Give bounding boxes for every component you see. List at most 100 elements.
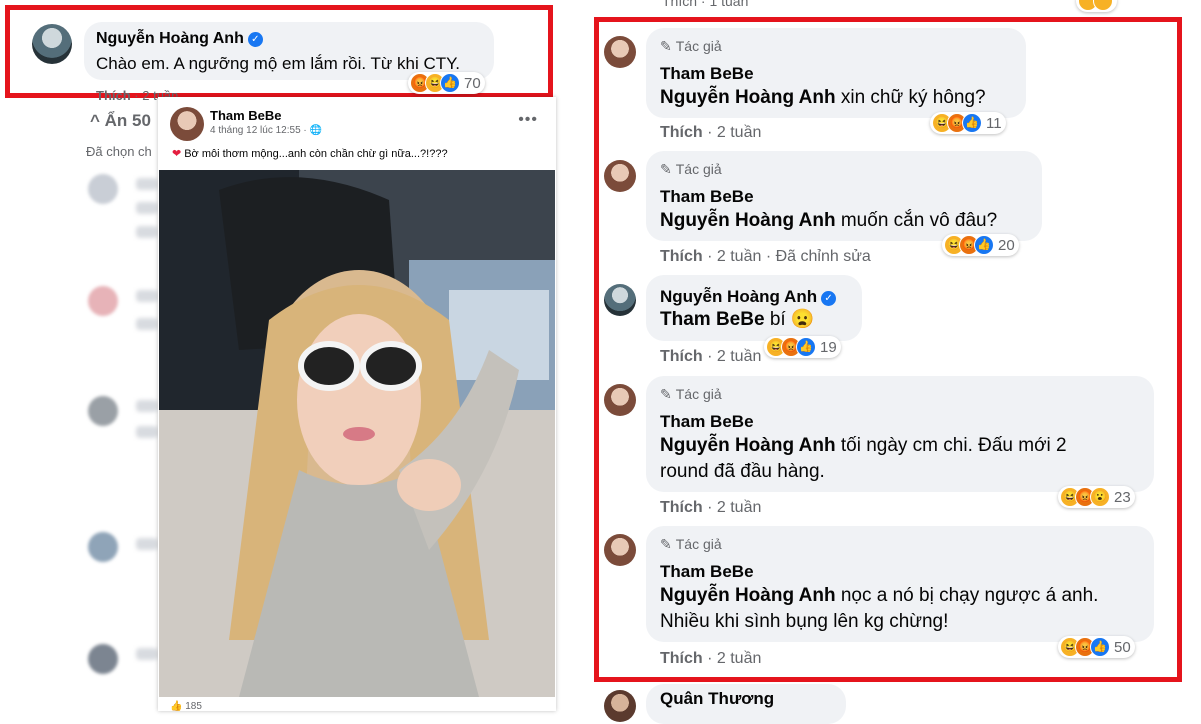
like-reaction-icon: 👍 — [1090, 637, 1110, 657]
comment-bubble: ✎ Tác giả Tham BeBe Nguyễn Hoàng Anh nọc … — [646, 526, 1154, 642]
comment-meta: Thích · 2 tuần · Đã chỉnh sửa — [660, 248, 871, 265]
blurred-text — [136, 400, 158, 412]
comment-body: muốn cắn vô đâu? — [840, 210, 998, 231]
heart-icon: ❤ — [172, 148, 182, 160]
comment-text: Nguyễn Hoàng Anh tối ngày cm chi. Đấu mớ… — [660, 433, 1067, 459]
mention-link[interactable]: Nguyễn Hoàng Anh — [660, 87, 836, 108]
author-badge: ✎ Tác giả — [660, 38, 722, 55]
comment-text: Nguyễn Hoàng Anh nọc a nó bị chạy ngược … — [660, 583, 1098, 609]
like-reaction-icon: 👍 — [962, 113, 982, 133]
avatar — [88, 644, 118, 674]
mention-link[interactable]: Nguyễn Hoàng Anh — [660, 210, 836, 231]
post-caption-text: Bờ môi thơm mộng...anh còn chần chừ gì n… — [184, 148, 448, 160]
comment-text: Nguyễn Hoàng Anh xin chữ ký hông? — [660, 85, 986, 111]
comment-author[interactable]: Nguyễn Hoàng Anh — [660, 287, 817, 306]
mention-link[interactable]: Nguyễn Hoàng Anh — [660, 585, 836, 606]
like-link[interactable]: Thích — [660, 348, 703, 365]
pen-icon: ✎ — [660, 38, 672, 54]
avatar — [88, 174, 118, 204]
reaction-count: 20 — [998, 236, 1015, 254]
like-reaction-icon: 👍 — [974, 235, 994, 255]
verified-icon: ✓ — [247, 32, 263, 47]
blurred-text — [136, 226, 158, 238]
avatar[interactable] — [604, 690, 636, 722]
comment-body: bí 😦 — [769, 309, 815, 330]
reaction-count: 50 — [1114, 638, 1131, 656]
avatar[interactable] — [604, 534, 636, 566]
wow-reaction-icon: 😮 — [1090, 487, 1110, 507]
hide-replies-toggle[interactable]: ^ Ẩn 50 — [90, 111, 151, 131]
comment-time[interactable]: 2 tuần · Đã chỉnh sửa — [717, 248, 871, 265]
comment-author[interactable]: Tham BeBe — [660, 64, 754, 84]
comment-author[interactable]: Nguyễn Hoàng Anh — [96, 30, 244, 47]
comment-bubble: Nguyễn Hoàng Anh ✓ Tham BeBe bí 😦 — [646, 275, 862, 341]
like-reaction-icon: 👍 — [440, 73, 460, 93]
author-badge-label: Tác giả — [675, 386, 722, 402]
reaction-summary[interactable]: 😡 😆 👍 70 — [408, 72, 485, 94]
blurred-text — [136, 648, 158, 660]
comment-author[interactable]: Tham BeBe — [660, 412, 754, 432]
avatar[interactable] — [32, 24, 72, 64]
comment-body: tối ngày cm chi. Đấu mới 2 — [840, 435, 1067, 456]
comment-meta: Thích · 2 tuần — [660, 348, 762, 365]
like-link[interactable]: Thích — [660, 248, 703, 265]
avatar — [88, 396, 118, 426]
blurred-text — [136, 178, 158, 190]
comment-author[interactable]: Tham BeBe — [660, 562, 754, 582]
avatar[interactable] — [604, 284, 636, 316]
pen-icon: ✎ — [660, 161, 672, 177]
comment-bubble: Quân Thương — [646, 684, 846, 724]
post-photo[interactable] — [159, 170, 555, 697]
mention-link[interactable]: Nguyễn Hoàng Anh — [660, 435, 836, 456]
comment-text-line2: Nhiều khi sình bụng lên kg chừng! — [660, 611, 949, 632]
comment-bubble: ✎ Tác giả Tham BeBe Nguyễn Hoàng Anh tối … — [646, 376, 1154, 492]
more-options-icon[interactable]: ••• — [518, 111, 538, 129]
comment-text-line2: round đã đầu hàng. — [660, 461, 825, 482]
reaction-summary — [1076, 0, 1117, 12]
globe-icon: 🌐 — [309, 125, 322, 136]
author-badge-label: Tác giả — [675, 536, 722, 552]
left-screenshot: Nguyễn Hoàng Anh ✓ Chào em. A ngưỡng mộ e… — [0, 0, 580, 712]
comment-author[interactable]: Quân Thương — [660, 689, 774, 709]
reaction-summary[interactable]: 😆 😡 👍 19 — [764, 336, 841, 358]
comment-time[interactable]: 2 tuần — [717, 124, 761, 141]
author-badge-label: Tác giả — [675, 161, 722, 177]
blurred-text — [136, 290, 158, 302]
avatar[interactable] — [604, 160, 636, 192]
post-reaction-count[interactable]: 185 — [185, 701, 202, 712]
comment-time[interactable]: 2 tuần — [717, 650, 761, 667]
author-badge: ✎ Tác giả — [660, 386, 722, 403]
comment-meta: Thích · 2 tuần — [660, 650, 762, 667]
verified-icon: ✓ — [821, 291, 837, 306]
blurred-comments — [84, 160, 164, 680]
avatar[interactable] — [170, 107, 204, 141]
comment-bubble: ✎ Tác giả Tham BeBe Nguyễn Hoàng Anh xin … — [646, 28, 1026, 118]
reaction-summary[interactable]: 😆 😡 👍 50 — [1058, 636, 1135, 658]
avatar[interactable] — [604, 384, 636, 416]
reaction-summary[interactable]: 😆 😡 😮 23 — [1058, 486, 1135, 508]
blurred-text — [136, 202, 158, 214]
reaction-summary[interactable]: 😆 😡 👍 11 — [930, 112, 1006, 134]
like-link[interactable]: Thích — [660, 499, 703, 516]
mention-link[interactable]: Tham BeBe — [660, 309, 765, 330]
avatar — [88, 532, 118, 562]
blurred-text — [136, 426, 158, 438]
comment-meta: Thích · 2 tuần — [660, 124, 762, 141]
comment-meta: Thích · 2 tuần — [660, 499, 762, 516]
post-date[interactable]: 4 tháng 12 lúc 12:55 · 🌐 — [210, 125, 322, 136]
like-link[interactable]: Thích — [660, 124, 703, 141]
like-link[interactable]: Thích — [96, 88, 131, 103]
reaction-summary[interactable]: 😆 😡 👍 20 — [942, 234, 1019, 256]
post-author[interactable]: Tham BeBe — [210, 108, 282, 123]
comment-author[interactable]: Tham BeBe — [660, 187, 754, 207]
sort-label[interactable]: Đã chọn ch — [86, 144, 152, 159]
comment-time[interactable]: 2 tuần — [717, 499, 761, 516]
like-reaction-icon: 👍 — [170, 701, 183, 712]
avatar[interactable] — [604, 36, 636, 68]
comment-time[interactable]: 2 tuần — [717, 348, 761, 365]
partial-meta-top: Thích · 1 tuần — [662, 0, 749, 9]
post-date-text: 4 tháng 12 lúc 12:55 — [210, 125, 301, 136]
like-link[interactable]: Thích — [660, 650, 703, 667]
blurred-text — [136, 538, 158, 550]
comment-text: Tham BeBe bí 😦 — [660, 307, 815, 333]
